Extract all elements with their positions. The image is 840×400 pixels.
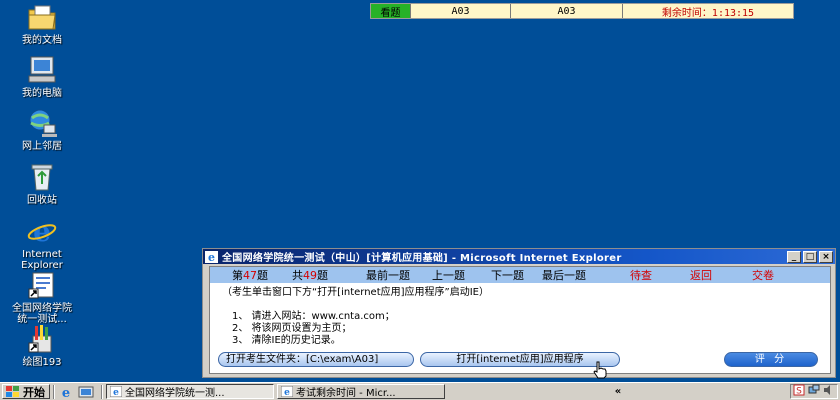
open-internet-app-button[interactable]: 打开[internet应用]应用程序 <box>420 352 620 367</box>
network-tray-icon[interactable] <box>808 384 820 399</box>
total-suffix: 题 <box>317 269 328 282</box>
close-button[interactable]: × <box>819 250 833 263</box>
exam-code-field: A03 <box>511 4 623 18</box>
ie-page-icon: e <box>280 385 294 398</box>
start-button[interactable]: 开始 <box>2 384 50 399</box>
remaining-time: 剩余时间：1:13:15 <box>623 4 793 19</box>
quicklaunch-ie-icon[interactable]: e <box>58 385 74 400</box>
desktop-icon-my-documents[interactable]: 我的文档 <box>4 2 80 46</box>
window-title: 全国网络学院统一测试（中山）[计算机应用基础] - Microsoft Inte… <box>222 253 622 264</box>
taskbar-item-label: 全国网络学院统一测... <box>125 388 225 399</box>
taskbar: 开始 e e 全国网络学院统一测... e 考试剩余时间 - Micr... «… <box>0 382 840 400</box>
desktop-icon-internet-explorer[interactable]: e Internet Explorer <box>4 215 80 271</box>
current-suffix: 题 <box>257 269 268 282</box>
paint-icon <box>26 324 58 354</box>
review-link[interactable]: 待查 <box>630 267 652 283</box>
taskbar-item-timer-window[interactable]: e 考试剩余时间 - Micr... <box>277 384 445 399</box>
svg-text:S: S <box>796 387 802 397</box>
exam-page-content: 第47题 共49题 最前一题 上一题 下一题 最后一题 待查 返回 交卷 （考生… <box>209 266 831 379</box>
svg-text:e: e <box>208 251 215 263</box>
instruction-line: 1、 请进入网站：www.cnta.com； <box>232 311 395 322</box>
total-number: 49 <box>303 269 317 282</box>
shortcut-icon <box>26 270 58 300</box>
volume-tray-icon[interactable] <box>823 384 835 399</box>
internet-explorer-icon: e <box>26 215 58 248</box>
submit-link[interactable]: 交卷 <box>752 267 774 283</box>
tray-expand-chevron[interactable]: « <box>615 386 621 397</box>
exam-status-bar: 看题 A03 A03 剩余时间：1:13:15 <box>370 3 794 19</box>
desktop-icon-recycle-bin[interactable]: 回收站 <box>4 162 80 206</box>
desktop-icon-my-computer[interactable]: 我的电脑 <box>4 55 80 99</box>
action-button-row: 打开考生文件夹：[C:\exam\A03] 打开[internet应用]应用程序… <box>218 352 818 368</box>
my-computer-icon <box>26 55 58 85</box>
desktop-icon-exam-shortcut[interactable]: 全国网络学院 统一测试... <box>4 270 80 325</box>
svg-text:e: e <box>113 388 119 397</box>
desktop-icon-label: 我的电脑 <box>22 88 62 99</box>
network-places-icon <box>26 108 58 138</box>
back-link[interactable]: 返回 <box>690 267 712 283</box>
current-question: 第47题 <box>232 267 268 283</box>
current-number: 47 <box>243 269 257 282</box>
prev-question-link[interactable]: 上一题 <box>432 267 465 283</box>
desktop-icon-paint[interactable]: 绘图193 <box>4 324 80 368</box>
input-method-icon[interactable]: S <box>793 384 805 399</box>
desktop-icon-label: 绘图193 <box>22 357 62 368</box>
desktop-icon-label: 网上邻居 <box>22 141 62 152</box>
next-question-link[interactable]: 下一题 <box>491 267 524 283</box>
open-exam-folder-button[interactable]: 打开考生文件夹：[C:\exam\A03] <box>218 352 414 367</box>
instruction-line: （考生单击窗口下方“打开[internet应用]应用程序”启动IE） <box>222 287 489 298</box>
view-question-button[interactable]: 看题 <box>371 4 411 19</box>
system-tray: S <box>790 384 838 399</box>
current-prefix: 第 <box>232 269 243 282</box>
instruction-line: 3、 清除IE的历史记录。 <box>232 335 341 346</box>
desktop-icon-label: 全国网络学院 统一测试... <box>12 303 72 325</box>
ie-page-icon: e <box>109 385 123 398</box>
first-question-link[interactable]: 最前一题 <box>366 267 410 283</box>
instruction-line: 2、 将该网页设置为主页； <box>232 323 352 334</box>
score-button[interactable]: 评 分 <box>724 352 818 367</box>
ie-title-icon: e <box>205 250 218 264</box>
my-documents-icon <box>26 2 58 32</box>
maximize-button[interactable]: □ <box>803 250 817 263</box>
desktop-icon-label: 我的文档 <box>22 35 62 46</box>
desktop-icon-label: 回收站 <box>27 195 57 206</box>
ie-window: e 全国网络学院统一测试（中山）[计算机应用基础] - Microsoft In… <box>202 248 836 379</box>
windows-logo-icon <box>6 385 20 398</box>
total-prefix: 共 <box>292 269 303 282</box>
recycle-bin-icon <box>26 162 58 192</box>
minimize-button[interactable]: _ <box>787 250 801 263</box>
question-instructions: （考生单击窗口下方“打开[internet应用]应用程序”启动IE） 1、 请进… <box>210 283 830 351</box>
taskbar-item-label: 考试剩余时间 - Micr... <box>296 388 396 399</box>
desktop-icon-network-places[interactable]: 网上邻居 <box>4 108 80 152</box>
taskbar-item-exam-window[interactable]: e 全国网络学院统一测... <box>106 384 274 399</box>
quicklaunch-desktop-icon[interactable] <box>78 385 94 399</box>
last-question-link[interactable]: 最后一题 <box>542 267 586 283</box>
svg-text:e: e <box>62 386 70 399</box>
svg-text:e: e <box>284 388 290 397</box>
hand-cursor-icon <box>592 361 608 382</box>
window-title-bar[interactable]: e 全国网络学院统一测试（中山）[计算机应用基础] - Microsoft In… <box>203 249 835 264</box>
taskbar-separator <box>53 384 55 399</box>
total-questions: 共49题 <box>292 267 328 283</box>
start-label: 开始 <box>23 385 45 399</box>
svg-text:e: e <box>33 216 51 246</box>
desktop-icon-label: Internet Explorer <box>21 249 63 271</box>
taskbar-separator <box>101 384 103 399</box>
exam-id-field: A03 <box>411 4 511 18</box>
question-nav-bar: 第47题 共49题 最前一题 上一题 下一题 最后一题 待查 返回 交卷 <box>210 267 830 283</box>
